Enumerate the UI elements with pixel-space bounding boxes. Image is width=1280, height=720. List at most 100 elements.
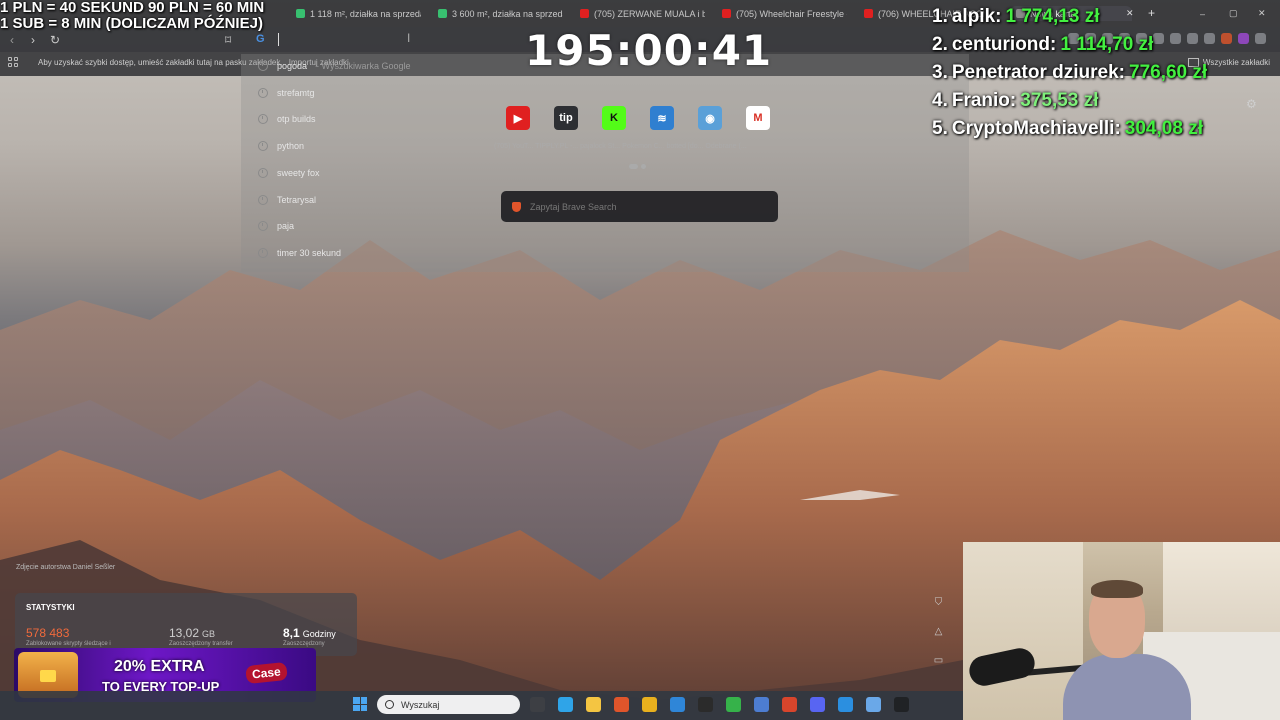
leaderboard-row: 5. CryptoMachiavelli: 304,08 zł (932, 118, 1277, 146)
leaderboard-name: alpik: (951, 6, 1002, 27)
taskbar-app-icon[interactable] (586, 697, 601, 712)
photo-credit: Zdjęcie autorstwa Daniel Seßler (16, 564, 116, 571)
browser-tab[interactable]: (705) Wheelchair Freestyle - W (722, 6, 847, 21)
windows-start-icon[interactable] (353, 697, 367, 711)
suggestion-item[interactable]: Tetrarysal (258, 194, 317, 205)
taskbar-app-icon[interactable] (866, 697, 881, 712)
taskbar-app-icon[interactable] (530, 697, 545, 712)
stat-unit: GB (202, 629, 216, 639)
leaderboard-name: CryptoMachiavelli: (951, 118, 1121, 139)
pokemon-icon[interactable]: ≋ (650, 106, 674, 130)
suggestion-text: sweety fox (277, 167, 320, 178)
leaderboard-amount: 776,60 zł (1129, 62, 1208, 83)
triangle-icon[interactable]: △ (930, 623, 947, 640)
browser-tab[interactable]: (705) ZERWANE MUALA i bard (580, 6, 705, 21)
history-clock-icon (258, 61, 268, 71)
back-icon[interactable]: ‹ (10, 33, 14, 47)
stat-time: 8,1 Godziny Zaoszczędzony (283, 626, 336, 647)
suggestion-item[interactable]: sweety fox (258, 167, 320, 178)
kick-icon[interactable]: K (602, 106, 626, 130)
taskbar-app-icon[interactable] (894, 697, 909, 712)
top-sites-labels: (705) YouT... TIPPLY.PL -... pajalock St… (494, 143, 747, 150)
leaderboard-row: 3. Penetrator dziurek: 776,60 zł (932, 62, 1277, 90)
browser-tab[interactable]: 1 118 m², działka na sprzedaż (296, 6, 421, 21)
leaderboard-amount: 304,08 zł (1124, 118, 1203, 139)
taskbar-apps (530, 697, 909, 712)
text-cursor-icon: I (407, 31, 411, 45)
taskbar-app-icon[interactable] (726, 697, 741, 712)
suggestion-item[interactable]: strefamtg (258, 87, 315, 98)
webcam-feed (963, 542, 1280, 720)
stat-label: Zaoszczędzony transfer (169, 641, 233, 647)
taskbar-app-icon[interactable] (782, 697, 797, 712)
stat-value: 578 483 (26, 626, 70, 640)
apps-grid-icon[interactable] (8, 57, 18, 67)
tab-favicon-icon (296, 9, 305, 18)
suggestion-text: timer 30 sekund (277, 247, 342, 258)
card-icon[interactable]: ▭ (930, 652, 947, 669)
suggestion-text: python (277, 141, 305, 152)
brave-search-box[interactable]: Zapytaj Brave Search (501, 191, 778, 222)
taskbar-app-icon[interactable] (810, 697, 825, 712)
history-clock-icon (258, 167, 268, 178)
forward-icon[interactable]: › (31, 33, 35, 47)
taskbar-app-icon[interactable] (558, 697, 573, 712)
taskbar-app-icon[interactable] (614, 697, 629, 712)
suggestion-item[interactable]: otp builds (258, 114, 316, 125)
subathon-timer: 195:00:41 (525, 26, 773, 75)
leaderboard-rank: 4. (932, 90, 948, 111)
bookmark-icon[interactable]: ⌑ (225, 33, 231, 47)
history-clock-icon (258, 141, 268, 152)
suggestion-item[interactable]: python (258, 141, 305, 152)
history-clock-icon (258, 194, 268, 205)
tab-label: 1 118 m², działka na sprzedaż (310, 8, 421, 19)
leaderboard-rank: 1. (932, 6, 948, 27)
tab-favicon-icon (864, 9, 873, 18)
taskbar-app-icon[interactable] (698, 697, 713, 712)
youtube-icon[interactable]: ▶ (506, 106, 530, 130)
taskbar-app-icon[interactable] (670, 697, 685, 712)
leaderboard-name: Penetrator dziurek: (951, 62, 1126, 83)
stat-value: 8,1 (283, 626, 300, 640)
taskbar-search[interactable]: Wyszukaj (377, 695, 520, 714)
omnibox-suggestions-panel (241, 54, 969, 272)
tab-favicon-icon (722, 9, 731, 18)
suggestion-item[interactable]: timer 30 sekund (258, 247, 342, 258)
tab-favicon-icon (438, 9, 447, 18)
leaderboard-amount: 375,53 zł (1020, 90, 1099, 111)
taskbar-app-icon[interactable] (642, 697, 657, 712)
tipply-icon[interactable]: tip (554, 106, 578, 130)
suggestion-text: Tetrarysal (277, 194, 317, 205)
tab-label: (705) Wheelchair Freestyle - W (736, 8, 847, 19)
brave-lion-icon (512, 201, 521, 212)
leaderboard-name: Franio: (951, 90, 1017, 111)
donation-rule-line: 1 SUB = 8 MIN (DOLICZAM PÓŹNIEJ) (0, 15, 263, 32)
leaderboard-rank: 3. (932, 62, 948, 83)
tab-label: (705) ZERWANE MUALA i bard (594, 8, 705, 19)
stat-trackers: 578 483 Zablokowane skrypty śledzące i (26, 626, 111, 647)
stats-title: STATYSTYKI (26, 603, 75, 612)
bot-icon[interactable]: ◉ (698, 106, 722, 130)
suggestion-text: strefamtg (277, 87, 315, 98)
taskbar-app-icon[interactable] (838, 697, 853, 712)
ntp-side-buttons: ⛉ △ ▭ (930, 594, 947, 669)
gmail-icon[interactable]: M (746, 106, 770, 130)
address-input[interactable] (278, 33, 279, 46)
brave-search-placeholder: Zapytaj Brave Search (530, 201, 617, 212)
shield-icon[interactable]: ⛉ (930, 594, 947, 611)
browser-tab[interactable]: 3 600 m², działka na sprzedaż (438, 6, 563, 21)
pager-dots[interactable] (629, 164, 646, 169)
stats-widget: STATYSTYKI 578 483 Zablokowane skrypty ś… (15, 593, 357, 656)
leaderboard-name: centuriond: (951, 34, 1057, 55)
taskbar-app-icon[interactable] (754, 697, 769, 712)
tab-favicon-icon (580, 9, 589, 18)
leaderboard-rank: 5. (932, 118, 948, 139)
history-clock-icon (258, 247, 268, 258)
history-clock-icon (258, 114, 268, 125)
suggestion-text: pogoda (277, 61, 308, 71)
suggestion-item[interactable]: pogoda - Wyszukiwarka Google (258, 61, 411, 71)
suggestion-item[interactable]: paja (258, 221, 294, 232)
stat-bandwidth: 13,02 GB Zaoszczędzony transfer (169, 626, 233, 647)
promo-headline: 20% EXTRA (114, 658, 205, 675)
reload-icon[interactable]: ↻ (50, 33, 60, 47)
